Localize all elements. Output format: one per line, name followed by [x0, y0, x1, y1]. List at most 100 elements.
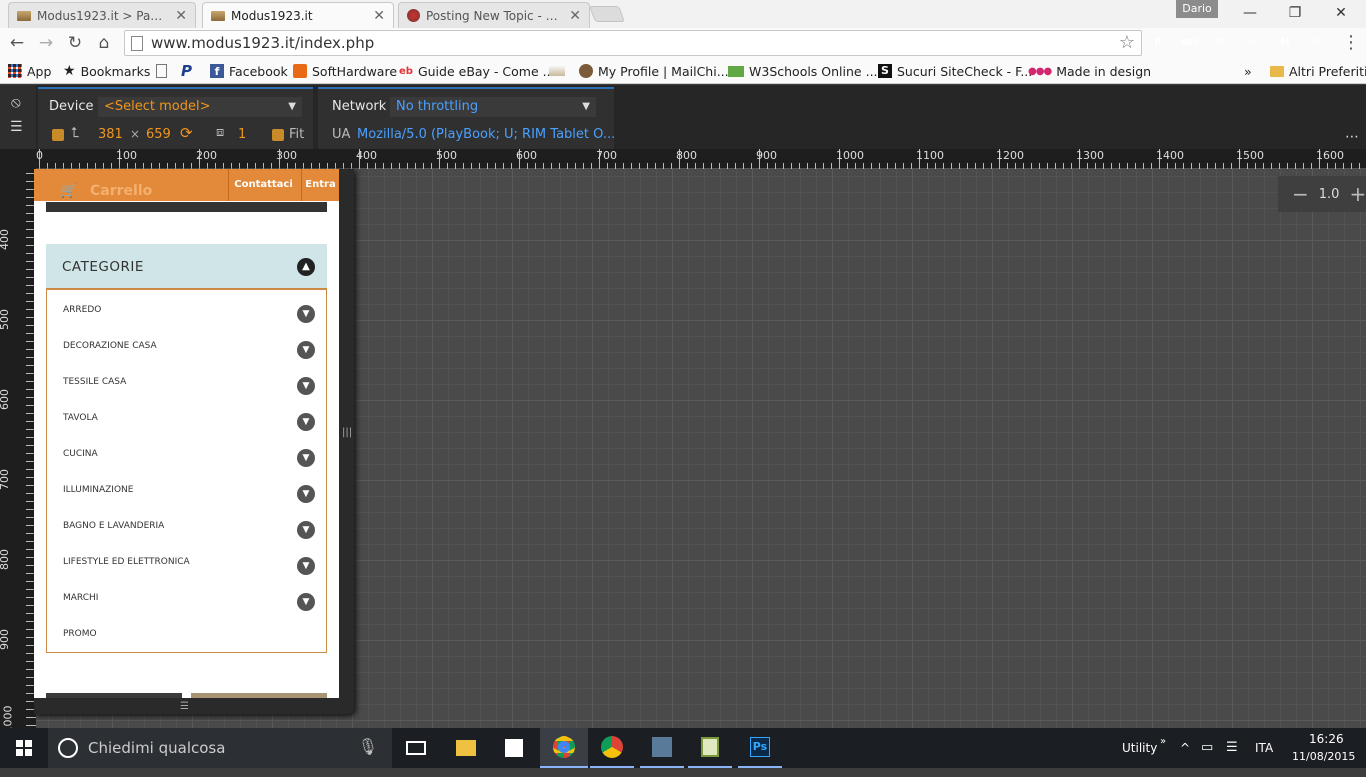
settings-extension-icon[interactable]: ⚙	[1307, 33, 1327, 53]
cortana-search-box[interactable]: Chiedimi qualcosa 🎙	[48, 728, 392, 768]
tab-modus1923[interactable]: Modus1923.it ✕	[202, 2, 394, 28]
minimize-button[interactable]: —	[1238, 4, 1262, 22]
cart-icon[interactable]: 🛒	[60, 183, 77, 199]
collapse-up-icon[interactable]: ▲	[297, 258, 315, 276]
category-item[interactable]: MARCHI ▼	[47, 578, 326, 614]
tab-posting-new-topic[interactable]: Posting New Topic - Prest ✕	[398, 2, 590, 28]
swap-dimensions-icon[interactable]: ⟳	[180, 124, 193, 142]
show-hidden-icons[interactable]: ^	[1180, 728, 1190, 768]
category-item[interactable]: BAGNO E LAVANDERIA ▼	[47, 506, 326, 542]
category-item[interactable]: TESSILE CASA ▼	[47, 362, 326, 398]
category-name[interactable]: PROMO	[63, 629, 97, 639]
chrome-menu-button[interactable]: ⋮	[1340, 32, 1362, 54]
expand-down-icon[interactable]: ▼	[297, 521, 315, 539]
user-profile-badge[interactable]: Dario	[1176, 0, 1218, 18]
expand-down-icon[interactable]: ▼	[297, 557, 315, 575]
product-thumbnail[interactable]	[191, 693, 327, 698]
taskbar-app-network[interactable]	[640, 728, 684, 768]
clock-date[interactable]: 11/08/2015	[1292, 737, 1355, 777]
notifications-icon[interactable]: ☰	[1226, 728, 1238, 768]
bookmark-ebay[interactable]: eb Guide eBay - Come ...	[399, 62, 555, 80]
tab-extension-icon[interactable]: ▭	[1243, 33, 1263, 53]
taskbar-chrome-active[interactable]	[540, 728, 588, 768]
home-button[interactable]: ⌂	[93, 32, 115, 54]
expand-down-icon[interactable]: ▼	[297, 449, 315, 467]
tab-pannello[interactable]: Modus1923.it > Pannello ✕	[8, 2, 196, 28]
expand-down-icon[interactable]: ▼	[297, 485, 315, 503]
address-bar[interactable]: www.modus1923.it/index.php ☆	[124, 30, 1142, 56]
bookmark-mailchimp[interactable]: My Profile | MailChi...	[579, 62, 729, 80]
bookmark-other-folder[interactable]: Altri Preferiti	[1270, 62, 1366, 80]
login-link[interactable]: Entra	[301, 169, 339, 201]
expand-down-icon[interactable]: ▼	[297, 377, 315, 395]
category-item[interactable]: PROMO	[47, 614, 326, 650]
disable-device-mode-icon[interactable]: ⦸	[11, 93, 21, 111]
category-item[interactable]: DECORAZIONE CASA ▼	[47, 326, 326, 362]
expand-down-icon[interactable]: ▼	[297, 305, 315, 323]
cart-link[interactable]: Carrello	[90, 183, 152, 199]
close-tab-icon[interactable]: ✕	[175, 8, 187, 24]
bookmark-bookmarks[interactable]: ★ Bookmarks	[63, 62, 150, 80]
new-tab-button[interactable]	[589, 6, 625, 22]
category-name[interactable]: DECORAZIONE CASA	[63, 341, 157, 351]
category-item[interactable]: LIFESTYLE ED ELETTRONICA ▼	[47, 542, 326, 578]
bookmark-facebook[interactable]: f Facebook	[210, 62, 288, 80]
width-field[interactable]: 381	[98, 127, 123, 142]
taskbar-explorer[interactable]	[446, 728, 486, 768]
product-thumbnail[interactable]	[46, 693, 182, 698]
contact-link[interactable]: Contattaci	[228, 169, 298, 201]
category-item[interactable]: TAVOLA ▼	[47, 398, 326, 434]
bookmark-paypal[interactable]: P	[181, 62, 192, 80]
expand-down-icon[interactable]: ▼	[297, 593, 315, 611]
category-name[interactable]: LIFESTYLE ED ELETTRONICA	[63, 557, 190, 567]
close-tab-icon[interactable]: ✕	[569, 8, 581, 24]
taskbar-app-notes[interactable]	[688, 728, 732, 768]
category-name[interactable]: BAGNO E LAVANDERIA	[63, 521, 164, 531]
categories-header[interactable]: CATEGORIE ▲	[46, 244, 327, 290]
adblock-plus-icon[interactable]: ABP	[1180, 33, 1200, 53]
category-item[interactable]: ILLUMINAZIONE ▼	[47, 470, 326, 506]
close-tab-icon[interactable]: ✕	[373, 8, 385, 24]
microphone-icon[interactable]: 🎙	[358, 737, 378, 756]
toolbar-expand-icon[interactable]: »	[1160, 722, 1166, 762]
expand-down-icon[interactable]: ▼	[297, 413, 315, 431]
media-queries-icon[interactable]: ☰	[10, 119, 23, 135]
category-name[interactable]: ARREDO	[63, 305, 101, 315]
category-name[interactable]: ILLUMINAZIONE	[63, 485, 133, 495]
more-options-icon[interactable]: ⋯	[1345, 129, 1359, 145]
category-name[interactable]: TESSILE CASA	[63, 377, 126, 387]
category-item[interactable]: ARREDO ▼	[47, 290, 326, 326]
toolbar-utility[interactable]: Utility	[1122, 728, 1157, 768]
extension-r-icon[interactable]: R	[1148, 33, 1168, 53]
resolution-checkbox[interactable]	[52, 129, 64, 141]
m-extension-icon[interactable]: M	[1275, 33, 1295, 53]
start-button[interactable]	[0, 728, 48, 768]
back-button[interactable]: ←	[6, 32, 28, 54]
resize-handle-right[interactable]: |||	[342, 427, 352, 438]
bookmark-sucuri[interactable]: S Sucuri SiteCheck - F...	[878, 62, 1032, 80]
category-name[interactable]: TAVOLA	[63, 413, 98, 423]
network-throttling-select[interactable]: No throttling ▼	[390, 97, 596, 117]
category-name[interactable]: MARCHI	[63, 593, 98, 603]
expand-down-icon[interactable]: ▼	[297, 341, 315, 359]
bookmark-softhardware[interactable]: SoftHardware	[293, 62, 397, 80]
forward-button[interactable]: →	[35, 32, 57, 54]
close-window-button[interactable]: ✕	[1329, 4, 1353, 22]
input-language[interactable]: ITA	[1255, 728, 1273, 768]
resize-handle-bottom[interactable]: ☰	[180, 701, 189, 712]
dpr-field[interactable]: 1	[238, 127, 246, 142]
zoom-out-button[interactable]: −	[1292, 182, 1309, 206]
bookmarks-overflow-button[interactable]: »	[1244, 62, 1252, 80]
url-text[interactable]: www.modus1923.it/index.php	[151, 34, 374, 52]
fit-checkbox[interactable]	[272, 129, 284, 141]
restore-button[interactable]: ❐	[1283, 4, 1307, 22]
bookmark-page[interactable]	[156, 62, 167, 80]
bookmark-app[interactable]: App	[8, 62, 51, 80]
battery-icon[interactable]: ▭	[1201, 728, 1213, 768]
taskbar-photoshop[interactable]: Ps	[738, 728, 782, 768]
category-item[interactable]: CUCINA ▼	[47, 434, 326, 470]
reload-button[interactable]: ↻	[64, 32, 86, 54]
device-model-select[interactable]: <Select model> ▼	[98, 97, 302, 117]
category-name[interactable]: CUCINA	[63, 449, 98, 459]
bookmark-banner[interactable]	[549, 62, 565, 80]
